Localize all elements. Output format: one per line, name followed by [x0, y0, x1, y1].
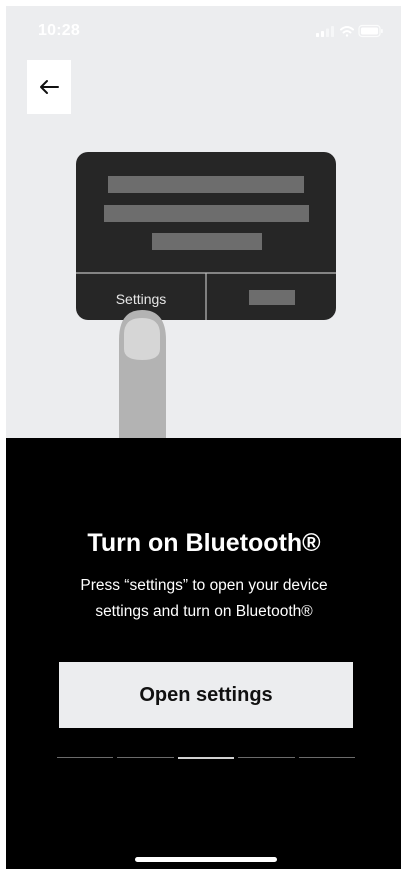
content-panel: Turn on Bluetooth® Press “settings” to o…: [6, 438, 401, 869]
page-indicator: [57, 757, 356, 759]
wifi-icon: [340, 26, 354, 37]
page-title: Turn on Bluetooth®: [87, 529, 321, 557]
page-dot: [298, 757, 356, 758]
open-settings-button[interactable]: Open settings: [59, 662, 353, 728]
device-text-bar: [108, 176, 304, 193]
page-dot: [238, 757, 295, 758]
status-bar: 10:28: [6, 6, 401, 52]
signal-icon: [316, 26, 334, 37]
status-icons: [316, 24, 383, 38]
back-button[interactable]: [27, 60, 71, 114]
device-text-bar: [104, 205, 309, 222]
page-dot: [117, 757, 174, 758]
device-button-bar: [249, 290, 295, 305]
home-indicator[interactable]: [135, 857, 277, 862]
device-settings-label: Settings: [116, 291, 167, 307]
status-time: 10:28: [38, 22, 80, 39]
arrow-left-icon: [40, 80, 59, 94]
page-dot-active: [177, 757, 235, 759]
page-description: Press “settings” to open your device set…: [80, 577, 328, 620]
illustration-panel: Settings 10:28: [6, 6, 401, 438]
battery-icon: [358, 24, 383, 38]
finger-icon: [119, 310, 166, 438]
phone-screen: Settings 10:28 Turn on Bluetooth® Press …: [6, 6, 401, 869]
page-dot: [57, 757, 114, 758]
device-text-bar: [152, 233, 262, 250]
